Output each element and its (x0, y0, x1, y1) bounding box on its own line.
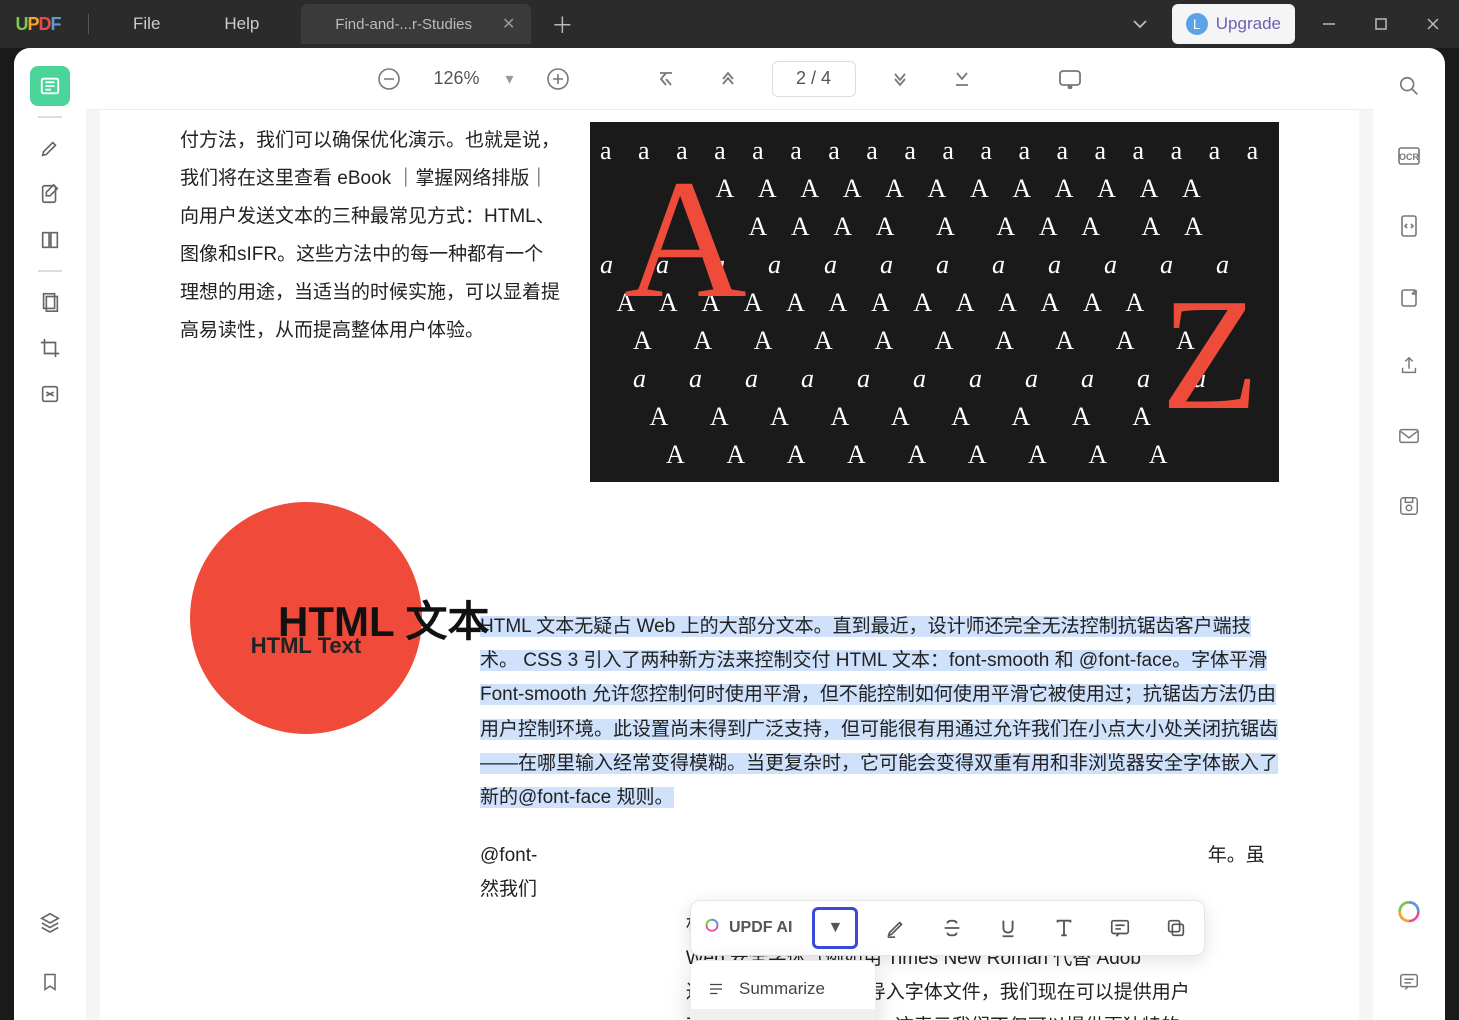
next-page-icon[interactable] (882, 61, 918, 97)
zoom-out-icon[interactable] (371, 61, 407, 97)
ai-label: UPDF AI (729, 919, 792, 937)
upgrade-button[interactable]: L Upgrade (1172, 4, 1295, 44)
ai-dropdown-menu: Summarize Translate › Explain (690, 960, 876, 1020)
comment-icon[interactable] (1102, 910, 1138, 946)
comments-panel-icon[interactable] (1389, 962, 1429, 1002)
organize-pages-icon[interactable] (30, 220, 70, 260)
redact-tool-icon[interactable] (30, 374, 70, 414)
right-sidebar: OCR (1373, 48, 1445, 1020)
search-icon[interactable] (1389, 66, 1429, 106)
first-page-icon[interactable] (648, 61, 684, 97)
minimize-icon[interactable] (1303, 0, 1355, 48)
underline-icon[interactable] (990, 910, 1026, 946)
copy-icon[interactable] (1158, 910, 1194, 946)
tab-title: Find-and-...r-Studies (317, 16, 490, 33)
new-tab-button[interactable]: ＋ (531, 8, 593, 40)
updf-ai-button[interactable]: UPDF AI (701, 917, 792, 939)
text-tool-icon[interactable] (1046, 910, 1082, 946)
edit-tool-icon[interactable] (30, 174, 70, 214)
intro-paragraph: 付方法，我们可以确保优化演示。也就是说，我们将在这里查看 eBook ｜掌握网络… (180, 122, 560, 482)
svg-text:OCR: OCR (1399, 152, 1420, 162)
app-logo: UPDF (0, 14, 76, 35)
crop-tool-icon[interactable] (30, 328, 70, 368)
export-icon[interactable] (1389, 276, 1429, 316)
document-tab[interactable]: Find-and-...r-Studies ✕ (301, 4, 531, 44)
left-sidebar (14, 48, 86, 1020)
page-input[interactable] (772, 61, 856, 97)
layers-icon[interactable] (30, 902, 70, 942)
top-toolbar: 126% ▾ (86, 48, 1373, 110)
strikethrough-icon[interactable] (934, 910, 970, 946)
main-content: 126% ▾ 付方法，我们可以确保优化演示。也就是说，我们将在这里查看 eBoo… (86, 48, 1373, 1020)
divider (38, 270, 62, 272)
pdf-page: 付方法，我们可以确保优化演示。也就是说，我们将在这里查看 eBook ｜掌握网络… (100, 110, 1359, 1020)
divider (88, 14, 89, 34)
menu-help[interactable]: Help (192, 14, 291, 34)
heading-main: HTML 文本 (278, 588, 490, 649)
share-icon[interactable] (1389, 346, 1429, 386)
email-icon[interactable] (1389, 416, 1429, 456)
last-page-icon[interactable] (944, 61, 980, 97)
ai-menu-translate[interactable]: Translate › (691, 1009, 875, 1020)
zoom-value: 126% (433, 68, 479, 89)
maximize-icon[interactable] (1355, 0, 1407, 48)
zoom-dropdown-icon[interactable]: ▾ (506, 69, 514, 89)
zoom-in-icon[interactable] (540, 61, 576, 97)
bookmark-icon[interactable] (30, 962, 70, 1002)
ai-dropdown-icon[interactable]: ▼ (812, 907, 858, 949)
typography-image: a a a a a a a a a a a a a a a a a a A A … (590, 122, 1279, 482)
upgrade-label: Upgrade (1216, 14, 1281, 34)
save-icon[interactable] (1389, 486, 1429, 526)
document-viewport[interactable]: 付方法，我们可以确保优化演示。也就是说，我们将在这里查看 eBook ｜掌握网络… (86, 110, 1373, 1020)
convert-icon[interactable] (1389, 206, 1429, 246)
user-avatar: L (1186, 13, 1208, 35)
page-tools-icon[interactable] (30, 282, 70, 322)
ai-assistant-icon[interactable] (1389, 894, 1429, 934)
tabs-dropdown-icon[interactable] (1116, 16, 1164, 32)
divider (38, 116, 62, 118)
selection-toolbar: UPDF AI ▼ (690, 900, 1205, 956)
prev-page-icon[interactable] (710, 61, 746, 97)
menu-file[interactable]: File (101, 14, 192, 34)
presentation-icon[interactable] (1052, 61, 1088, 97)
ocr-icon[interactable]: OCR (1389, 136, 1429, 176)
ai-menu-summarize[interactable]: Summarize (691, 969, 875, 1009)
close-window-icon[interactable] (1407, 0, 1459, 48)
reader-mode-icon[interactable] (30, 66, 70, 106)
highlight-icon[interactable] (878, 910, 914, 946)
tab-close-icon[interactable]: ✕ (502, 14, 515, 34)
highlight-tool-icon[interactable] (30, 128, 70, 168)
titlebar: UPDF File Help Find-and-...r-Studies ✕ ＋… (0, 0, 1459, 48)
